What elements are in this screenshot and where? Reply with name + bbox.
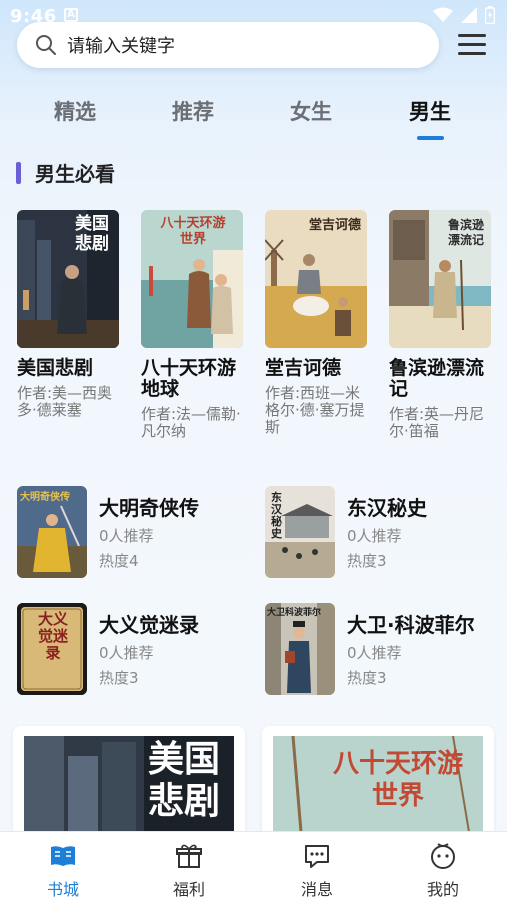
popularity: 热度3 [347, 552, 387, 570]
category-tabs: 精选 推荐 女生 男生 [0, 96, 507, 140]
book-cover-title: 八十天环游世界 [160, 216, 226, 247]
book-author: 作者:西班—米格尔·德·塞万提斯 [265, 384, 365, 436]
book-title[interactable]: 东汉秘史 [347, 492, 427, 521]
banner-image[interactable]: 美国悲剧 [24, 736, 234, 846]
tab-female[interactable]: 女生 [290, 96, 332, 126]
book-author: 作者:美—西奥多·德莱塞 [17, 384, 113, 419]
featured-book[interactable]: 堂吉诃德 堂吉诃德 作者:西班—米格尔·德·塞万提斯 [265, 210, 367, 436]
tab-selected[interactable]: 精选 [54, 96, 96, 126]
book-title[interactable]: 美国悲剧 [17, 358, 119, 379]
book-thumb[interactable]: 东汉秘史 [265, 486, 335, 578]
banner-card[interactable]: 八十天环游世界 [262, 726, 494, 846]
search-input-placeholder[interactable]: 请输入关键字 [67, 32, 175, 58]
popularity: 热度3 [347, 669, 387, 687]
list-item[interactable]: 东汉秘史 东汉秘史 0人推荐 热度3 [265, 486, 495, 578]
bottom-navigation: 书城 福利 消息 我的 [0, 831, 507, 901]
list-item[interactable]: 大义觉迷录 大义觉迷录 0人推荐 热度3 [17, 603, 247, 695]
book-cover[interactable]: 鲁滨逊漂流记 [389, 210, 491, 348]
message-icon [305, 845, 329, 868]
book-thumb[interactable]: 大卫科波菲尔 [265, 603, 335, 695]
nav-messages[interactable]: 消息 [282, 842, 352, 900]
popularity: 热度4 [99, 552, 139, 570]
tab-recommend[interactable]: 推荐 [172, 96, 214, 126]
banner-card[interactable]: 美国悲剧 [13, 726, 245, 846]
recommend-count: 0人推荐 [99, 644, 154, 662]
notification-a-icon: A [64, 8, 78, 22]
wifi-icon [433, 7, 453, 22]
nav-profile[interactable]: 我的 [408, 842, 478, 900]
book-author: 作者:英—丹尼尔·笛福 [389, 405, 485, 440]
book-title[interactable]: 堂吉诃德 [265, 358, 367, 379]
banner-title: 美国悲剧 [148, 738, 221, 822]
nav-bookstore[interactable]: 书城 [28, 842, 98, 900]
book-thumb-title: 大义觉迷录 [37, 610, 68, 662]
recommend-count: 0人推荐 [347, 644, 402, 662]
section-accent-bar [16, 161, 21, 184]
featured-book[interactable]: 八十天环游世界 八十天环游地球 作者:法—儒勒·凡尔纳 [141, 210, 243, 440]
banner-image[interactable]: 八十天环游世界 [273, 736, 483, 846]
nav-label: 我的 [426, 880, 459, 899]
list-item[interactable]: 大明奇侠传 大明奇侠传 0人推荐 热度4 [17, 486, 247, 578]
book-title[interactable]: 大卫·科波菲尔 [347, 609, 475, 638]
book-cover[interactable]: 美国悲剧 [17, 210, 119, 348]
book-icon [51, 846, 75, 866]
book-thumb-title: 东汉秘史 [271, 491, 282, 540]
profile-icon [431, 843, 455, 869]
nav-label: 消息 [300, 880, 333, 899]
book-title[interactable]: 大明奇侠传 [99, 492, 199, 521]
list-item[interactable]: 大卫科波菲尔 大卫·科波菲尔 0人推荐 热度3 [265, 603, 495, 695]
book-author: 作者:法—儒勒·凡尔纳 [141, 405, 241, 440]
book-thumb[interactable]: 大明奇侠传 [17, 486, 87, 578]
recommend-count: 0人推荐 [99, 527, 154, 545]
active-tab-indicator [417, 136, 444, 140]
battery-icon [485, 6, 495, 24]
recommend-count: 0人推荐 [347, 527, 402, 545]
popularity: 热度3 [99, 669, 139, 687]
featured-book[interactable]: 美国悲剧 美国悲剧 作者:美—西奥多·德莱塞 [17, 210, 119, 419]
book-title[interactable]: 大义觉迷录 [99, 609, 199, 638]
gift-icon [176, 844, 202, 868]
menu-icon[interactable] [458, 34, 486, 56]
book-thumb[interactable]: 大义觉迷录 [17, 603, 87, 695]
book-title[interactable]: 鲁滨逊漂流记 [389, 358, 491, 400]
book-cover-title: 堂吉诃德 [308, 218, 361, 233]
nav-label: 福利 [172, 880, 205, 899]
book-title[interactable]: 八十天环游地球 [141, 358, 243, 400]
book-cover-title: 美国悲剧 [75, 214, 109, 254]
banner-title: 八十天环游世界 [333, 749, 464, 811]
nav-welfare[interactable]: 福利 [154, 842, 224, 900]
search-bar[interactable]: 请输入关键字 [17, 22, 439, 68]
system-icons [433, 6, 495, 24]
signal-icon [461, 7, 477, 23]
book-cover-title: 鲁滨逊漂流记 [447, 218, 484, 247]
section-header: 男生必看 [16, 158, 115, 187]
book-cover[interactable]: 堂吉诃德 [265, 210, 367, 348]
tab-male[interactable]: 男生 [409, 96, 451, 126]
book-thumb-title: 大卫科波菲尔 [267, 608, 322, 618]
search-icon [36, 35, 56, 55]
book-thumb-title: 大明奇侠传 [20, 492, 70, 503]
section-title: 男生必看 [35, 162, 115, 186]
book-cover[interactable]: 八十天环游世界 [141, 210, 243, 348]
featured-book[interactable]: 鲁滨逊漂流记 鲁滨逊漂流记 作者:英—丹尼尔·笛福 [389, 210, 491, 440]
nav-label: 书城 [46, 880, 79, 899]
